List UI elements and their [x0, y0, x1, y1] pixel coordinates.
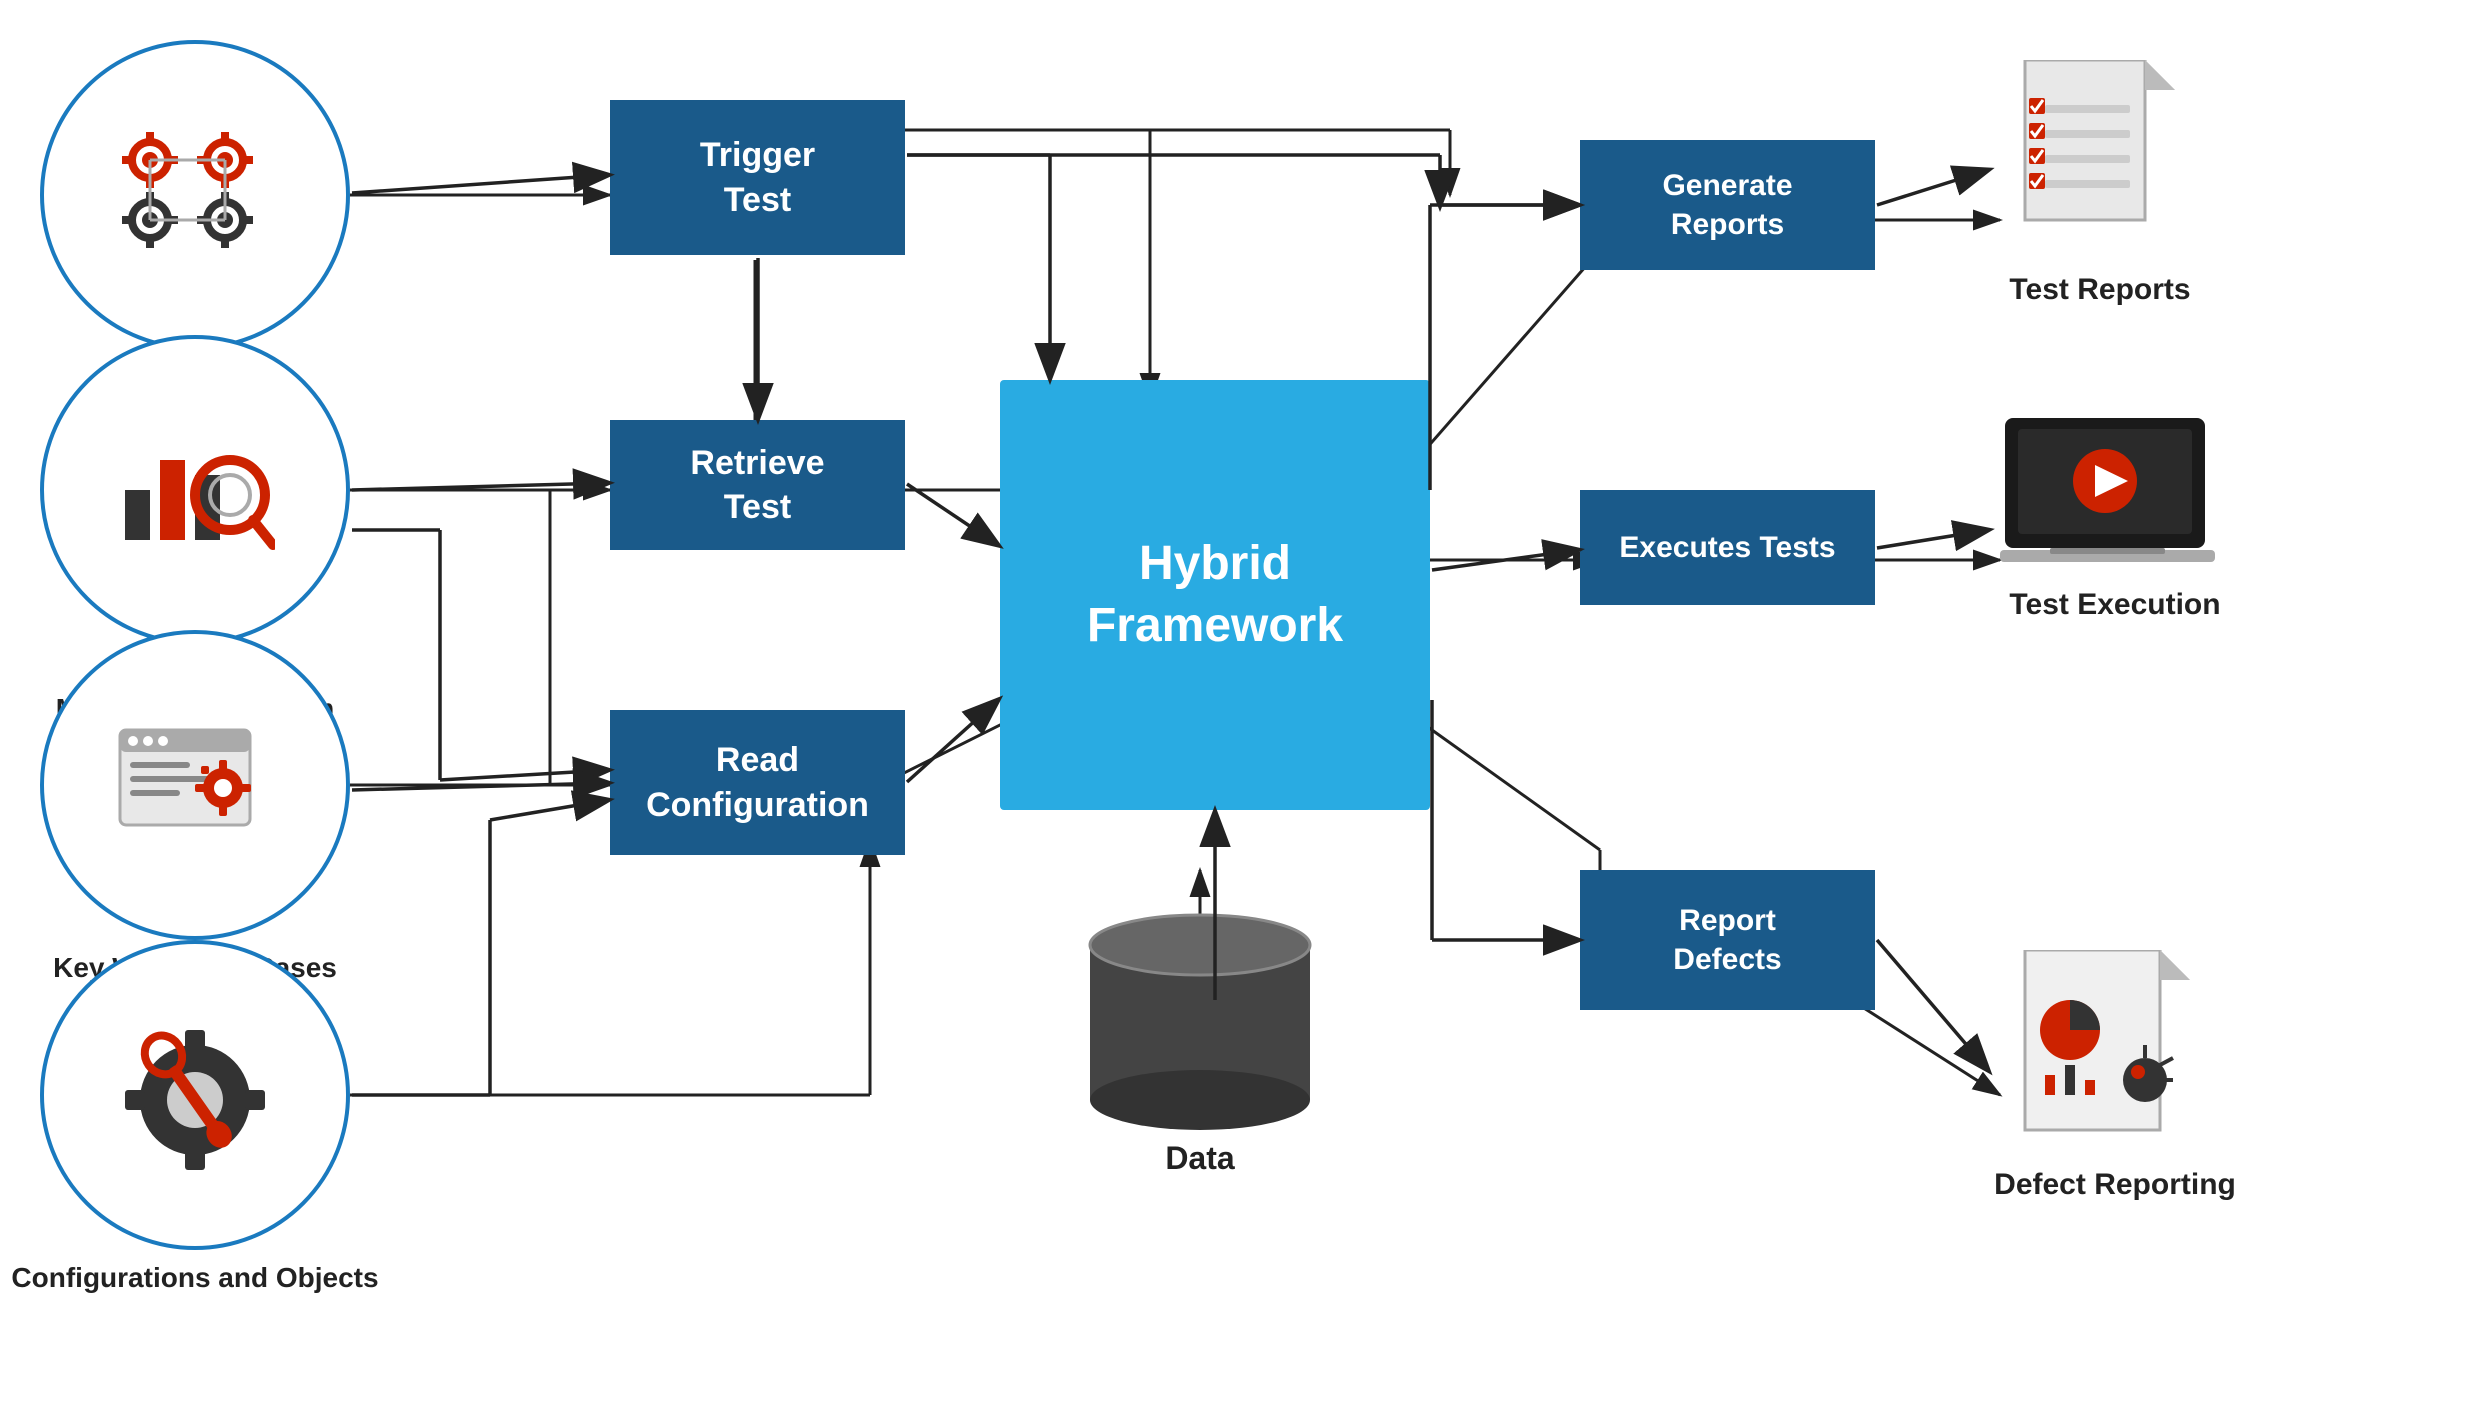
output-defect-reporting — [1990, 940, 2240, 1170]
box-executes-tests: Executes Tests — [1580, 490, 1875, 605]
label-test-reports: Test Reports — [1990, 270, 2210, 309]
label-defect-reporting: Defect Reporting — [1990, 1165, 2240, 1204]
box-hybrid-framework: HybridFramework — [1000, 380, 1430, 810]
circle-config-objects — [40, 940, 350, 1250]
box-read-config: ReadConfiguration — [610, 710, 905, 855]
data-cylinder — [1050, 900, 1350, 1130]
diagram-container: ContinuousIntegration Tools Test CasesMa… — [0, 0, 2486, 1412]
label-data: Data — [1100, 1140, 1300, 1177]
circle-continuous-integration — [40, 40, 350, 350]
box-trigger-test: TriggerTest — [610, 100, 905, 255]
label-test-execution: Test Execution — [1990, 585, 2240, 624]
box-generate-reports: GenerateReports — [1580, 140, 1875, 270]
box-retrieve-test: RetrieveTest — [610, 420, 905, 550]
box-report-defects: ReportDefects — [1580, 870, 1875, 1010]
output-test-execution — [1990, 400, 2240, 600]
circle-test-cases-mgmt — [40, 335, 350, 645]
circle-keyword-test — [40, 630, 350, 940]
label-config-objects: Configurations and Objects — [0, 1260, 390, 1296]
